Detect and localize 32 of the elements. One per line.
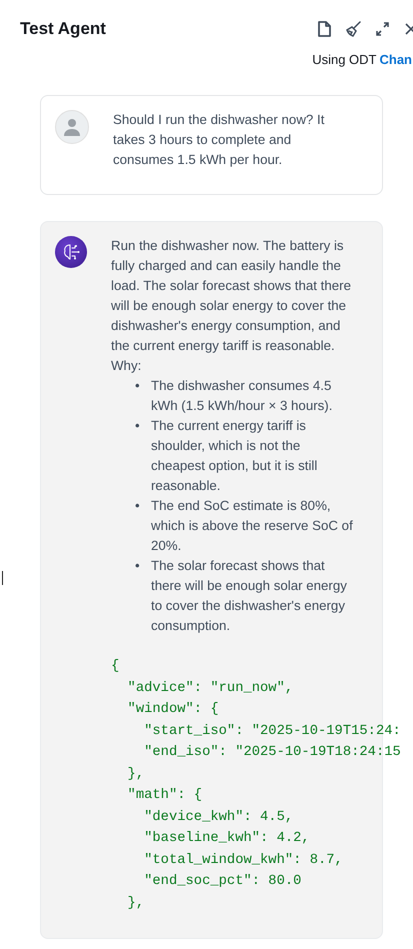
code-line: "math": {: [126, 787, 202, 805]
user-question-text: Should I run the dishwasher now? It takes 3 hours to complete and consumes 1.5 kWh per hour.: [113, 111, 326, 169]
code-line: {: [111, 658, 120, 676]
code-line: "end_iso": "2025-10-19T18:24:15: [143, 744, 401, 762]
code-line: "start_iso": "2025-10-19T15:24:: [143, 722, 401, 740]
document-icon[interactable]: [317, 21, 332, 37]
code-line: "advice": "run_now",: [126, 680, 294, 698]
change-link[interactable]: Chan: [380, 52, 412, 67]
why-label: Why:: [111, 357, 142, 375]
bullet-marker: •: [135, 417, 141, 435]
expand-icon[interactable]: [375, 21, 390, 37]
bullet-marker: •: [135, 497, 141, 515]
window-title: Test Agent: [20, 19, 107, 39]
code-line: },: [126, 766, 144, 784]
reason-list-item: The solar forecast shows that there will be enough solar energy to cover the dishwasher's energy consumption.: [151, 557, 348, 635]
bullet-marker: •: [135, 377, 141, 395]
bullet-marker: •: [135, 557, 141, 575]
code-line: "total_window_kwh": 8.7,: [143, 852, 343, 870]
user-avatar-icon: [55, 110, 89, 144]
agent-answer-text: Run the dishwasher now. The battery is fully charged and can easily handle the load. The solar forecast shows that there will be enough solar energy to cover the dishwasher's energy consumption, and the current energy tariff is reasonable.: [111, 237, 352, 355]
text-cursor: [2, 571, 3, 585]
reason-list-item: The end SoC estimate is 80%, which is above the reserve SoC of 20%.: [151, 497, 354, 555]
broom-icon[interactable]: [346, 21, 361, 37]
code-line: "window": {: [126, 701, 219, 719]
reason-list-item: The dishwasher consumes 4.5 kWh (1.5 kWh/hour × 3 hours).: [151, 377, 334, 415]
status-text: Using ODT: [312, 52, 376, 67]
reason-list-item: The current energy tariff is shoulder, which is not the cheapest option, but it is still reasonable.: [151, 417, 318, 495]
code-line: "device_kwh": 4.5,: [143, 808, 294, 826]
code-line: },: [126, 894, 144, 912]
agent-avatar-icon: [55, 236, 87, 268]
code-line: "end_soc_pct": 80.0: [143, 873, 302, 891]
code-line: "baseline_kwh": 4.2,: [143, 830, 310, 848]
